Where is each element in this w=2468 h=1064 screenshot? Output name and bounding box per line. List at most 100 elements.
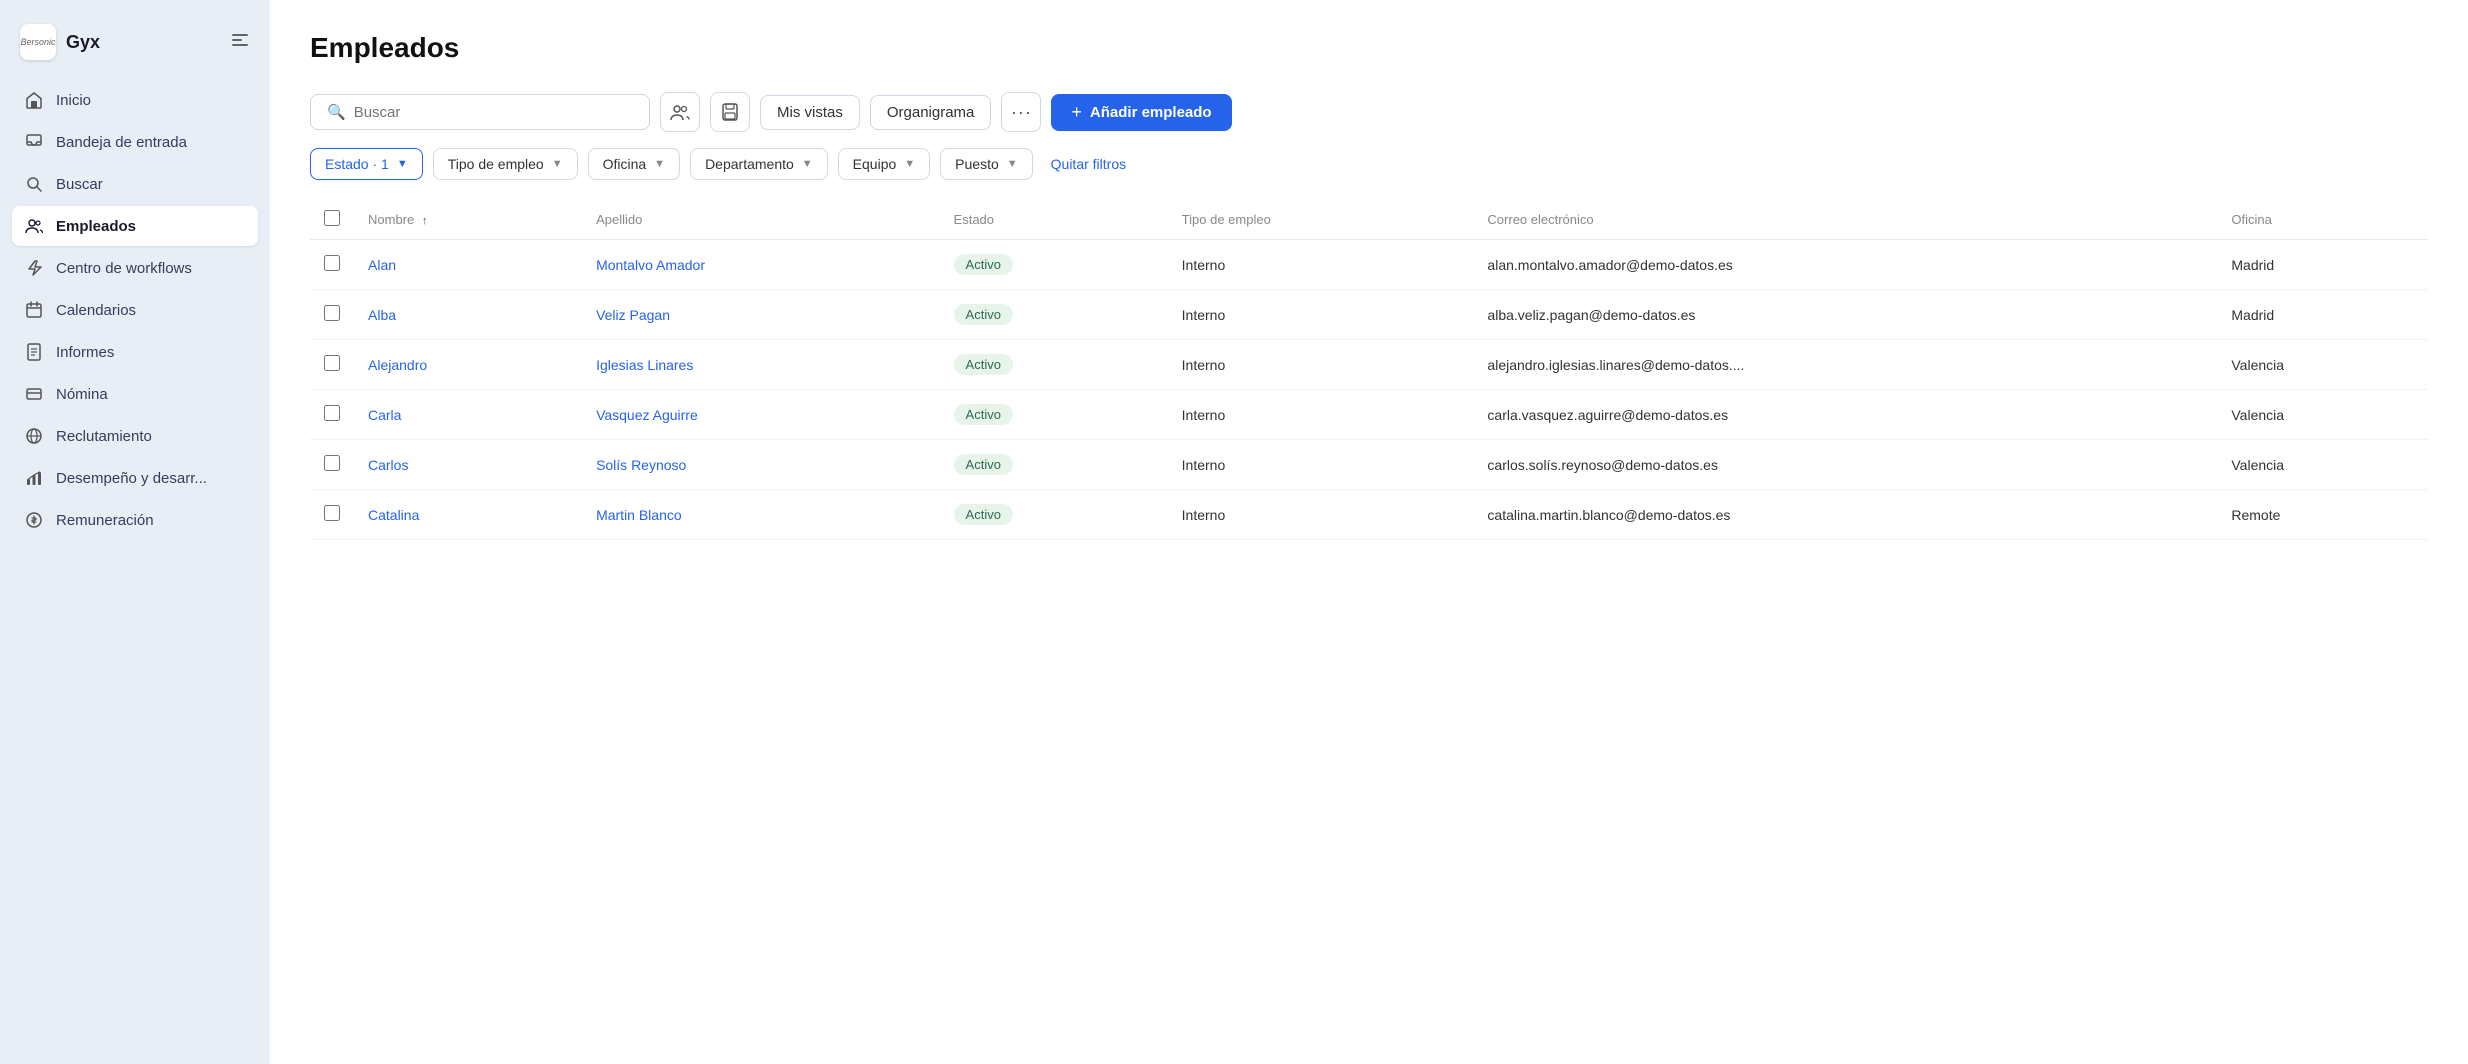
cell-estado: Activo bbox=[940, 440, 1168, 490]
employee-last-name-link[interactable]: Martin Blanco bbox=[596, 507, 682, 523]
table-row: Carla Vasquez Aguirre Activo Interno car… bbox=[310, 390, 2428, 440]
table-row: Alan Montalvo Amador Activo Interno alan… bbox=[310, 240, 2428, 290]
cell-oficina: Valencia bbox=[2217, 440, 2428, 490]
sidebar-item-workflows[interactable]: Centro de workflows bbox=[12, 248, 258, 288]
cell-nombre: Alan bbox=[354, 240, 582, 290]
sidebar-item-remuneracion[interactable]: Remuneración bbox=[12, 500, 258, 540]
employee-last-name-link[interactable]: Montalvo Amador bbox=[596, 257, 705, 273]
employee-first-name-link[interactable]: Alan bbox=[368, 257, 396, 273]
col-header-correo: Correo electrónico bbox=[1473, 200, 2217, 240]
status-badge: Activo bbox=[954, 454, 1013, 475]
status-badge: Activo bbox=[954, 304, 1013, 325]
sidebar-item-desempeno[interactable]: Desempeño y desarr... bbox=[12, 458, 258, 498]
main-content: Empleados 🔍 Mis vistas Orga bbox=[270, 0, 2468, 1064]
sidebar-item-buscar[interactable]: Buscar bbox=[12, 164, 258, 204]
chevron-down-icon: ▼ bbox=[397, 158, 408, 170]
cell-tipo-empleo: Interno bbox=[1168, 390, 1474, 440]
col-header-nombre[interactable]: Nombre ↑ bbox=[354, 200, 582, 240]
cell-oficina: Madrid bbox=[2217, 290, 2428, 340]
sidebar-item-label: Buscar bbox=[56, 176, 103, 193]
employee-last-name-link[interactable]: Solís Reynoso bbox=[596, 457, 686, 473]
add-employee-button[interactable]: + Añadir empleado bbox=[1051, 94, 1231, 131]
select-all-checkbox[interactable] bbox=[324, 210, 340, 226]
col-header-tipo-empleo: Tipo de empleo bbox=[1168, 200, 1474, 240]
row-checkbox-cell[interactable] bbox=[310, 340, 354, 390]
sidebar-item-bandeja[interactable]: Bandeja de entrada bbox=[12, 122, 258, 162]
more-options-button[interactable]: ··· bbox=[1001, 92, 1041, 132]
save-view-button[interactable] bbox=[710, 92, 750, 132]
row-checkbox-cell[interactable] bbox=[310, 490, 354, 540]
cell-oficina: Valencia bbox=[2217, 340, 2428, 390]
employee-last-name-link[interactable]: Iglesias Linares bbox=[596, 357, 693, 373]
row-checkbox[interactable] bbox=[324, 305, 340, 321]
filter-oficina-button[interactable]: Oficina ▼ bbox=[588, 148, 680, 180]
row-checkbox[interactable] bbox=[324, 405, 340, 421]
chevron-down-icon: ▼ bbox=[1007, 158, 1018, 170]
filter-puesto-button[interactable]: Puesto ▼ bbox=[940, 148, 1032, 180]
cell-tipo-empleo: Interno bbox=[1168, 240, 1474, 290]
mis-vistas-button[interactable]: Mis vistas bbox=[760, 95, 860, 130]
clear-filters-button[interactable]: Quitar filtros bbox=[1043, 149, 1134, 179]
row-checkbox[interactable] bbox=[324, 355, 340, 371]
sidebar-item-label: Centro de workflows bbox=[56, 260, 192, 277]
employee-last-name-link[interactable]: Vasquez Aguirre bbox=[596, 407, 698, 423]
search-box[interactable]: 🔍 bbox=[310, 94, 650, 130]
filter-departamento-button[interactable]: Departamento ▼ bbox=[690, 148, 828, 180]
row-checkbox[interactable] bbox=[324, 455, 340, 471]
sidebar-item-inicio[interactable]: Inicio bbox=[12, 80, 258, 120]
search-input[interactable] bbox=[354, 104, 633, 121]
row-checkbox-cell[interactable] bbox=[310, 440, 354, 490]
col-header-apellido: Apellido bbox=[582, 200, 939, 240]
lightning-icon bbox=[24, 258, 44, 278]
row-checkbox-cell[interactable] bbox=[310, 390, 354, 440]
employee-first-name-link[interactable]: Alba bbox=[368, 307, 396, 323]
cell-apellido: Solís Reynoso bbox=[582, 440, 939, 490]
cell-tipo-empleo: Interno bbox=[1168, 290, 1474, 340]
group-view-button[interactable] bbox=[660, 92, 700, 132]
toolbar: 🔍 Mis vistas Organigrama ··· bbox=[310, 92, 2428, 132]
inbox-icon bbox=[24, 132, 44, 152]
sidebar-toggle-icon[interactable] bbox=[230, 30, 250, 55]
sidebar-item-nomina[interactable]: Nómina bbox=[12, 374, 258, 414]
app-logo: Bersonic bbox=[20, 24, 56, 60]
cell-estado: Activo bbox=[940, 490, 1168, 540]
employee-first-name-link[interactable]: Alejandro bbox=[368, 357, 427, 373]
home-icon bbox=[24, 90, 44, 110]
cell-nombre: Carla bbox=[354, 390, 582, 440]
status-badge: Activo bbox=[954, 504, 1013, 525]
sidebar-item-calendarios[interactable]: Calendarios bbox=[12, 290, 258, 330]
select-all-header[interactable] bbox=[310, 200, 354, 240]
employee-first-name-link[interactable]: Carla bbox=[368, 407, 401, 423]
cell-correo: catalina.martin.blanco@demo-datos.es bbox=[1473, 490, 2217, 540]
status-badge: Activo bbox=[954, 354, 1013, 375]
sidebar-item-empleados[interactable]: Empleados bbox=[12, 206, 258, 246]
globe-icon bbox=[24, 426, 44, 446]
chevron-down-icon: ▼ bbox=[802, 158, 813, 170]
cell-correo: alejandro.iglesias.linares@demo-datos...… bbox=[1473, 340, 2217, 390]
sidebar-item-label: Inicio bbox=[56, 92, 91, 109]
row-checkbox-cell[interactable] bbox=[310, 290, 354, 340]
cell-apellido: Veliz Pagan bbox=[582, 290, 939, 340]
filter-equipo-button[interactable]: Equipo ▼ bbox=[838, 148, 930, 180]
sidebar-item-label: Empleados bbox=[56, 218, 136, 235]
filter-tipo-empleo-button[interactable]: Tipo de empleo ▼ bbox=[433, 148, 578, 180]
organigrama-button[interactable]: Organigrama bbox=[870, 95, 992, 130]
cell-nombre: Alejandro bbox=[354, 340, 582, 390]
chevron-down-icon: ▼ bbox=[654, 158, 665, 170]
cell-correo: alba.veliz.pagan@demo-datos.es bbox=[1473, 290, 2217, 340]
row-checkbox[interactable] bbox=[324, 255, 340, 271]
sidebar-item-label: Desempeño y desarr... bbox=[56, 470, 207, 487]
row-checkbox[interactable] bbox=[324, 505, 340, 521]
cell-nombre: Alba bbox=[354, 290, 582, 340]
chevron-down-icon: ▼ bbox=[904, 158, 915, 170]
sidebar-item-informes[interactable]: Informes bbox=[12, 332, 258, 372]
sidebar-item-reclutamiento[interactable]: Reclutamiento bbox=[12, 416, 258, 456]
employee-first-name-link[interactable]: Carlos bbox=[368, 457, 408, 473]
employee-first-name-link[interactable]: Catalina bbox=[368, 507, 419, 523]
coins-icon bbox=[24, 510, 44, 530]
row-checkbox-cell[interactable] bbox=[310, 240, 354, 290]
cell-apellido: Iglesias Linares bbox=[582, 340, 939, 390]
employee-last-name-link[interactable]: Veliz Pagan bbox=[596, 307, 670, 323]
filter-estado-button[interactable]: Estado · 1 ▼ bbox=[310, 148, 423, 180]
search-icon bbox=[24, 174, 44, 194]
